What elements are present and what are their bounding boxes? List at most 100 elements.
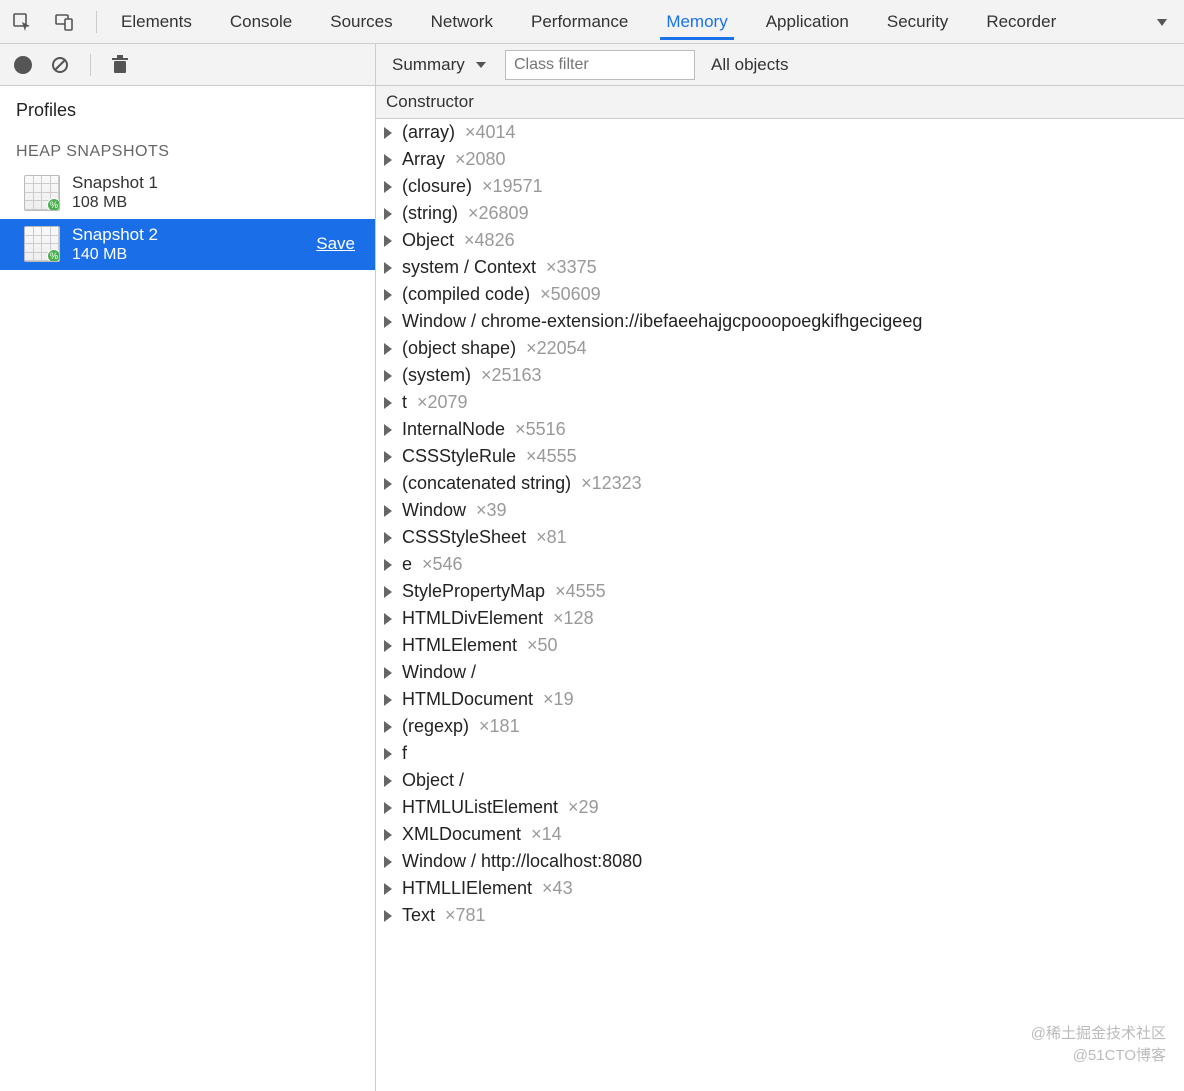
constructor-row[interactable]: Array×2080 <box>376 146 1184 173</box>
constructor-name: t <box>402 392 407 413</box>
expand-triangle-icon[interactable] <box>384 235 392 247</box>
tab-network[interactable]: Network <box>425 3 499 40</box>
tab-application[interactable]: Application <box>760 3 855 40</box>
expand-triangle-icon[interactable] <box>384 775 392 787</box>
constructor-row[interactable]: system / Context×3375 <box>376 254 1184 281</box>
view-select[interactable]: Summary <box>386 51 493 78</box>
clear-icon[interactable] <box>50 55 70 75</box>
tab-recorder[interactable]: Recorder <box>980 3 1062 40</box>
constructor-name: HTMLLIElement <box>402 878 532 899</box>
profiles-sidebar: Profiles HEAP SNAPSHOTS %Snapshot 1108 M… <box>0 86 376 1091</box>
constructor-row[interactable]: Window×39 <box>376 497 1184 524</box>
constructor-name: Window / chrome-extension://ibefaeehajgc… <box>402 311 922 332</box>
expand-triangle-icon[interactable] <box>384 613 392 625</box>
record-button[interactable] <box>14 56 32 74</box>
expand-triangle-icon[interactable] <box>384 694 392 706</box>
snapshot-size: 108 MB <box>72 193 158 212</box>
constructor-row[interactable]: XMLDocument×14 <box>376 821 1184 848</box>
snapshot-view-toolbar: Summary All objects <box>376 44 1184 85</box>
expand-triangle-icon[interactable] <box>384 856 392 868</box>
constructor-row[interactable]: f <box>376 740 1184 767</box>
constructor-column-header[interactable]: Constructor <box>376 86 1184 119</box>
devtools-tabbar: Elements Console Sources Network Performance… <box>0 0 1184 44</box>
expand-triangle-icon[interactable] <box>384 289 392 301</box>
expand-triangle-icon[interactable] <box>384 154 392 166</box>
constructor-row[interactable]: Window / chrome-extension://ibefaeehajgc… <box>376 308 1184 335</box>
expand-triangle-icon[interactable] <box>384 910 392 922</box>
class-filter-input[interactable] <box>505 50 695 80</box>
expand-triangle-icon[interactable] <box>384 505 392 517</box>
expand-triangle-icon[interactable] <box>384 883 392 895</box>
constructor-row[interactable]: t×2079 <box>376 389 1184 416</box>
tab-console[interactable]: Console <box>224 3 298 40</box>
snapshot-item[interactable]: %Snapshot 2140 MBSave <box>0 219 375 271</box>
tab-performance[interactable]: Performance <box>525 3 634 40</box>
constructor-name: (system) <box>402 365 471 386</box>
expand-triangle-icon[interactable] <box>384 208 392 220</box>
constructor-count: ×4555 <box>555 581 606 602</box>
constructor-row[interactable]: HTMLLIElement×43 <box>376 875 1184 902</box>
expand-triangle-icon[interactable] <box>384 181 392 193</box>
constructor-row[interactable]: CSSStyleSheet×81 <box>376 524 1184 551</box>
expand-triangle-icon[interactable] <box>384 748 392 760</box>
scope-select[interactable]: All objects <box>707 51 792 79</box>
expand-triangle-icon[interactable] <box>384 532 392 544</box>
constructor-row[interactable]: (system)×25163 <box>376 362 1184 389</box>
expand-triangle-icon[interactable] <box>384 127 392 139</box>
expand-triangle-icon[interactable] <box>384 802 392 814</box>
tab-security[interactable]: Security <box>881 3 954 40</box>
constructor-count: ×14 <box>531 824 562 845</box>
tab-sources[interactable]: Sources <box>324 3 398 40</box>
constructor-row[interactable]: Window / <box>376 659 1184 686</box>
expand-triangle-icon[interactable] <box>384 721 392 733</box>
expand-triangle-icon[interactable] <box>384 829 392 841</box>
expand-triangle-icon[interactable] <box>384 424 392 436</box>
expand-triangle-icon[interactable] <box>384 370 392 382</box>
constructor-row[interactable]: (concatenated string)×12323 <box>376 470 1184 497</box>
separator <box>96 11 97 33</box>
constructor-row[interactable]: Object / <box>376 767 1184 794</box>
constructor-row[interactable]: Text×781 <box>376 902 1184 929</box>
expand-triangle-icon[interactable] <box>384 451 392 463</box>
delete-icon[interactable] <box>111 55 129 75</box>
expand-triangle-icon[interactable] <box>384 316 392 328</box>
snapshot-item[interactable]: %Snapshot 1108 MB <box>0 167 375 219</box>
constructor-row[interactable]: e ×546 <box>376 551 1184 578</box>
constructor-row[interactable]: HTMLDocument×19 <box>376 686 1184 713</box>
constructor-row[interactable]: (string)×26809 <box>376 200 1184 227</box>
expand-triangle-icon[interactable] <box>384 343 392 355</box>
constructor-row[interactable]: StylePropertyMap×4555 <box>376 578 1184 605</box>
inspect-element-icon[interactable] <box>8 8 36 36</box>
expand-triangle-icon[interactable] <box>384 640 392 652</box>
constructor-row[interactable]: HTMLDivElement×128 <box>376 605 1184 632</box>
constructor-row[interactable]: Object×4826 <box>376 227 1184 254</box>
expand-triangle-icon[interactable] <box>384 478 392 490</box>
expand-triangle-icon[interactable] <box>384 586 392 598</box>
constructor-row[interactable]: Window / http://localhost:8080 <box>376 848 1184 875</box>
expand-triangle-icon[interactable] <box>384 397 392 409</box>
device-toggle-icon[interactable] <box>50 8 78 36</box>
constructor-row[interactable]: HTMLUListElement×29 <box>376 794 1184 821</box>
constructor-row[interactable]: (regexp)×181 <box>376 713 1184 740</box>
recorder-overflow-icon[interactable] <box>1148 8 1176 36</box>
expand-triangle-icon[interactable] <box>384 667 392 679</box>
constructor-row[interactable]: CSSStyleRule×4555 <box>376 443 1184 470</box>
constructor-row[interactable]: HTMLElement×50 <box>376 632 1184 659</box>
tab-memory[interactable]: Memory <box>660 3 733 40</box>
heap-snapshots-header: HEAP SNAPSHOTS <box>0 129 375 167</box>
expand-triangle-icon[interactable] <box>384 559 392 571</box>
save-snapshot-link[interactable]: Save <box>316 234 365 254</box>
constructor-row[interactable]: (object shape)×22054 <box>376 335 1184 362</box>
constructor-count: ×39 <box>476 500 507 521</box>
constructor-row[interactable]: (closure)×19571 <box>376 173 1184 200</box>
expand-triangle-icon[interactable] <box>384 262 392 274</box>
constructor-count: ×546 <box>422 554 463 575</box>
constructor-row[interactable]: (array)×4014 <box>376 119 1184 146</box>
snapshot-thumb-icon: % <box>24 175 60 211</box>
constructor-count: ×12323 <box>581 473 642 494</box>
constructor-row[interactable]: InternalNode×5516 <box>376 416 1184 443</box>
tab-elements[interactable]: Elements <box>115 3 198 40</box>
constructor-row[interactable]: (compiled code)×50609 <box>376 281 1184 308</box>
constructor-name: e <box>402 554 412 575</box>
constructor-name: Object <box>402 230 454 251</box>
